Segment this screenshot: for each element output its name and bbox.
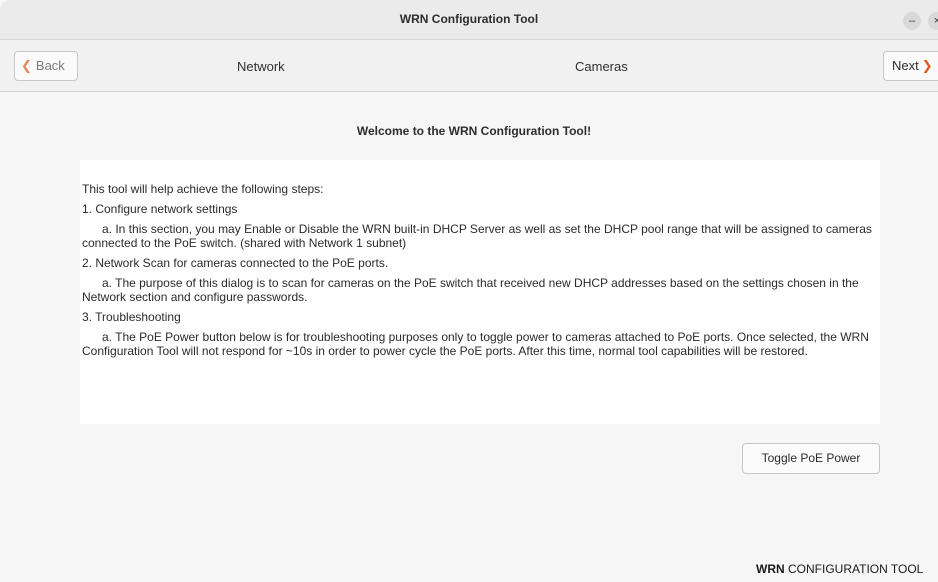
chevron-right-icon: ❯ — [921, 58, 933, 73]
toggle-poe-power-button[interactable]: Toggle PoE Power — [742, 443, 880, 474]
navigation-bar: ❮ Back Network Cameras Next ❯ — [0, 40, 938, 92]
back-button-label: Back — [35, 58, 65, 73]
welcome-heading: Welcome to the WRN Configuration Tool! — [356, 124, 592, 138]
next-button[interactable]: Next ❯ — [883, 51, 938, 81]
instructions-panel: This tool will help achieve the followin… — [80, 160, 880, 424]
step-title: 2. Network Scan for cameras connected to… — [82, 256, 389, 270]
tab-cameras[interactable]: Cameras — [575, 59, 628, 74]
app-window: WRN Configuration Tool – × ❮ Back Network… — [0, 0, 938, 582]
footer-brand-rest: CONFIGURATION TOOL — [784, 562, 924, 576]
footer-brand-bold: WRN — [756, 562, 785, 576]
step-detail: a. In this section, you may Enable or Di… — [82, 222, 872, 250]
back-button[interactable]: ❮ Back — [14, 51, 78, 81]
title-bar: WRN Configuration Tool – × — [0, 0, 938, 40]
minimize-button[interactable]: – — [903, 12, 921, 30]
step-title: 1. Configure network settings — [82, 202, 238, 216]
step-detail: a. The PoE Power button below is for tro… — [82, 330, 869, 358]
intro-text: This tool will help achieve the followin… — [82, 182, 324, 196]
next-button-label: Next — [892, 58, 919, 73]
chevron-left-icon: ❮ — [21, 58, 32, 73]
step-title: 3. Troubleshooting — [82, 310, 181, 324]
close-button[interactable]: × — [928, 12, 938, 30]
footer-brand: WRN CONFIGURATION TOOL — [756, 562, 923, 576]
window-title: WRN Configuration Tool — [399, 12, 539, 26]
step-detail: a. The purpose of this dialog is to scan… — [82, 276, 859, 304]
tab-network[interactable]: Network — [237, 59, 285, 74]
